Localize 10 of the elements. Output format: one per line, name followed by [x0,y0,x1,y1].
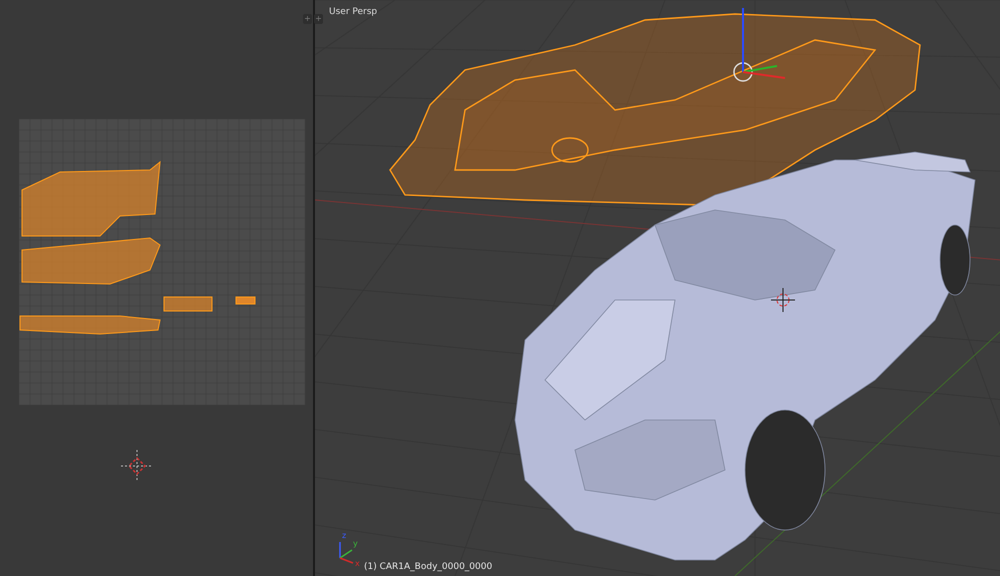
area-split-button[interactable]: + [303,14,312,24]
cursor-icon [120,450,154,482]
area-split-button[interactable]: + [314,14,323,24]
axis-label: x [355,560,360,568]
view-label: User Persp [329,7,378,17]
axis-gizmo-icon [339,542,354,564]
axis-label: y [353,540,358,548]
object-label: (1) CAR1A_Body_0000_0000 [364,562,492,572]
cursor-icon [770,288,796,312]
axis-label: z [342,532,346,540]
